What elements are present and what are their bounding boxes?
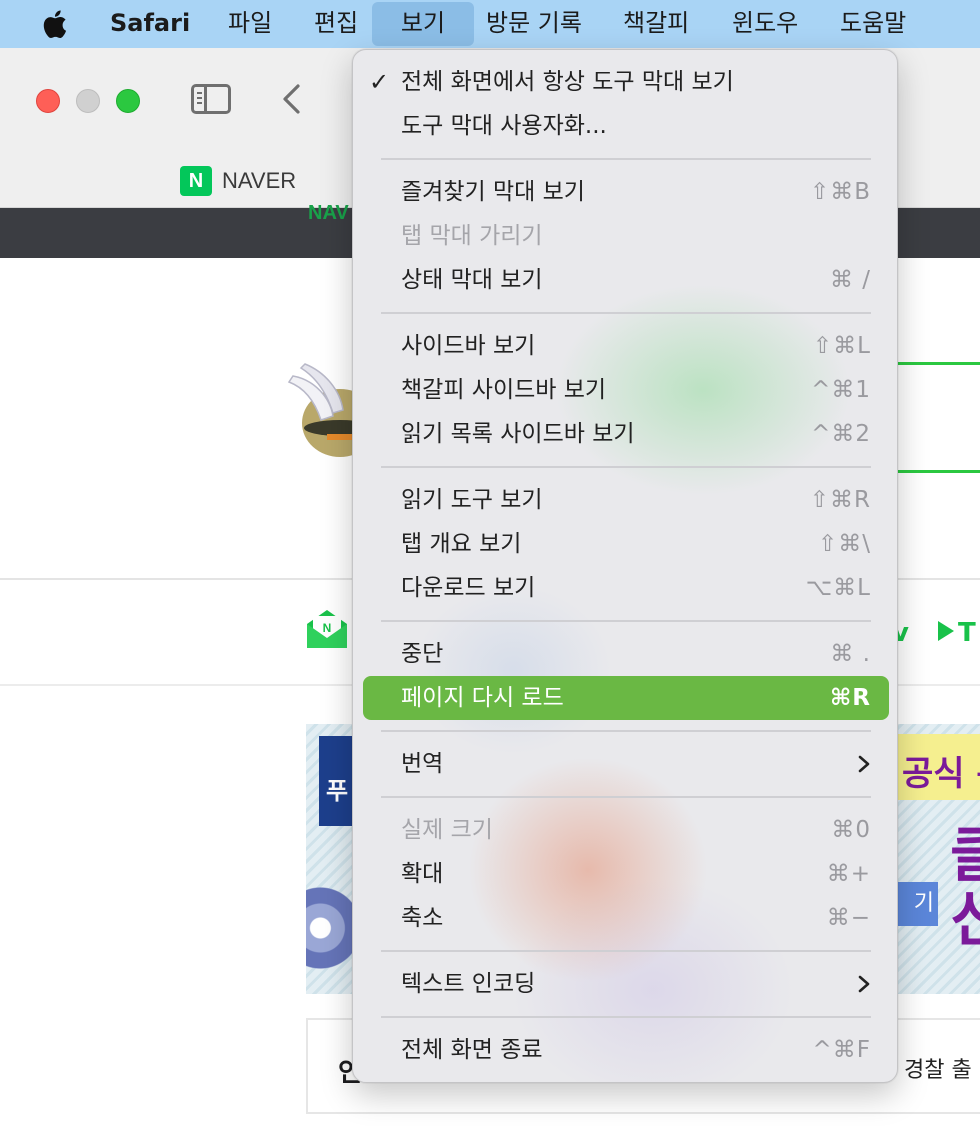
menu-view[interactable]: 보기 xyxy=(372,2,474,46)
submenu-chevron-icon xyxy=(858,755,870,773)
menu-item-always-show-toolbar-fullscreen[interactable]: ✓ 전체 화면에서 항상 도구 막대 보기 xyxy=(353,60,899,104)
banner-big-text: 클 신 xyxy=(950,821,980,955)
menu-item-label: 실제 크기 xyxy=(401,817,493,843)
back-chevron-icon[interactable] xyxy=(278,80,306,118)
menu-bookmarks[interactable]: 책갈피 xyxy=(623,0,689,48)
menu-item-show-favorites-bar[interactable]: 즐겨찾기 막대 보기 ⇧⌘B xyxy=(353,170,899,214)
menu-edit[interactable]: 편집 xyxy=(314,0,358,48)
naver-favicon-icon: N xyxy=(180,166,212,196)
menu-item-show-reading-list-sidebar[interactable]: 읽기 목록 사이드바 보기 ^⌘2 xyxy=(353,412,899,456)
mail-icon-letter: N xyxy=(323,621,332,635)
menu-item-translate[interactable]: 번역 xyxy=(353,742,899,786)
menu-help[interactable]: 도움말 xyxy=(840,0,906,48)
menu-item-exit-full-screen[interactable]: 전체 화면 종료 ^⌘F xyxy=(353,1028,899,1072)
tv-link-peek[interactable]: T xyxy=(938,618,976,648)
menu-item-label: 페이지 다시 로드 xyxy=(401,685,564,711)
menu-separator xyxy=(381,950,871,952)
menu-item-shortcut: ⌘ . xyxy=(830,641,871,667)
menu-item-shortcut: ⇧⌘\ xyxy=(817,531,871,557)
menu-separator xyxy=(381,158,871,160)
menu-item-label: 전체 화면 종료 xyxy=(401,1037,543,1063)
banner-headline: 공식 온 xyxy=(902,754,980,794)
close-window-button[interactable] xyxy=(36,89,60,113)
menu-file[interactable]: 파일 xyxy=(228,0,272,48)
menu-item-label: 번역 xyxy=(401,751,444,777)
banner-button[interactable]: 기 xyxy=(894,882,938,926)
page-logo-peek: NAV xyxy=(308,202,349,224)
menu-separator xyxy=(381,312,871,314)
menu-bar: Safari 파일 편집 보기 방문 기록 책갈피 윈도우 도움말 xyxy=(0,0,980,48)
sidebar-toggle-icon[interactable] xyxy=(191,84,231,114)
menu-item-stop[interactable]: 중단 ⌘ . xyxy=(353,632,899,676)
menu-item-label: 도구 막대 사용자화... xyxy=(401,113,607,139)
menu-separator xyxy=(381,796,871,798)
menu-separator xyxy=(381,620,871,622)
menu-item-show-bookmarks-sidebar[interactable]: 책갈피 사이드바 보기 ^⌘1 xyxy=(353,368,899,412)
menu-separator xyxy=(381,1016,871,1018)
menu-item-shortcut: ⇧⌘L xyxy=(812,333,871,359)
menu-item-show-reader[interactable]: 읽기 도구 보기 ⇧⌘R xyxy=(353,478,899,522)
menu-item-shortcut: ⌘ / xyxy=(829,267,871,293)
menu-item-label: 축소 xyxy=(401,905,444,931)
menu-item-reload-page[interactable]: 페이지 다시 로드 ⌘R xyxy=(363,676,889,720)
menu-item-shortcut: ^⌘1 xyxy=(811,377,871,403)
checkmark-icon: ✓ xyxy=(369,68,390,96)
favorite-naver-link[interactable]: NAVER xyxy=(222,168,296,194)
menu-item-show-downloads[interactable]: 다운로드 보기 ⌥⌘L xyxy=(353,566,899,610)
menu-item-shortcut: ^⌘F xyxy=(812,1037,871,1063)
submenu-chevron-icon xyxy=(858,975,870,993)
menu-separator xyxy=(381,466,871,468)
banner-flower-image xyxy=(306,884,354,994)
menu-item-zoom-out[interactable]: 축소 ⌘− xyxy=(353,896,899,940)
menu-item-shortcut: ⌘− xyxy=(826,905,871,931)
menu-item-customize-toolbar[interactable]: 도구 막대 사용자화... xyxy=(353,104,899,148)
menu-item-show-sidebar[interactable]: 사이드바 보기 ⇧⌘L xyxy=(353,324,899,368)
menu-item-label: 상태 막대 보기 xyxy=(401,267,543,293)
menu-item-label: 다운로드 보기 xyxy=(401,575,536,601)
menu-item-shortcut: ^⌘2 xyxy=(811,421,871,447)
minimize-window-button[interactable] xyxy=(76,89,100,113)
menu-item-actual-size: 실제 크기 ⌘0 xyxy=(353,808,899,852)
search-box-border xyxy=(895,362,980,365)
menu-item-label: 텍스트 인코딩 xyxy=(401,971,536,997)
menu-item-hide-tab-bar: 탭 막대 가리기 xyxy=(353,214,899,258)
view-menu-dropdown: ✓ 전체 화면에서 항상 도구 막대 보기 도구 막대 사용자화... 즐겨찾기… xyxy=(352,49,898,1083)
menu-item-text-encoding[interactable]: 텍스트 인코딩 xyxy=(353,962,899,1006)
apple-icon[interactable] xyxy=(38,8,68,40)
menu-item-show-status-bar[interactable]: 상태 막대 보기 ⌘ / xyxy=(353,258,899,302)
menu-item-shortcut: ⌘R xyxy=(829,685,871,711)
news-headline[interactable]: 경찰 출 xyxy=(904,1052,972,1084)
play-icon xyxy=(938,621,954,641)
menu-item-shortcut: ⌥⌘L xyxy=(805,575,871,601)
menu-item-label: 즐겨찾기 막대 보기 xyxy=(401,179,585,205)
menu-item-label: 전체 화면에서 항상 도구 막대 보기 xyxy=(401,69,734,95)
menu-item-shortcut: ⇧⌘B xyxy=(809,179,871,205)
banner-headline-box: 공식 온 xyxy=(896,734,980,800)
menu-item-label: 탭 막대 가리기 xyxy=(401,223,543,249)
search-box-border xyxy=(895,470,980,473)
menu-history[interactable]: 방문 기록 xyxy=(486,0,582,48)
menu-window[interactable]: 윈도우 xyxy=(732,0,798,48)
menu-item-shortcut: ⇧⌘R xyxy=(809,487,871,513)
menu-item-label: 읽기 도구 보기 xyxy=(401,487,543,513)
menu-item-label: 읽기 목록 사이드바 보기 xyxy=(401,421,635,447)
zoom-window-button[interactable] xyxy=(116,89,140,113)
menu-item-label: 확대 xyxy=(401,861,444,887)
mail-icon[interactable]: N xyxy=(305,608,349,650)
menu-separator xyxy=(381,730,871,732)
menu-item-shortcut: ⌘0 xyxy=(831,817,871,843)
menu-app-safari[interactable]: Safari xyxy=(110,0,190,48)
menu-item-label: 사이드바 보기 xyxy=(401,333,536,359)
menu-item-zoom-in[interactable]: 확대 ⌘+ xyxy=(353,852,899,896)
menu-item-label: 중단 xyxy=(401,641,444,667)
menu-item-label: 탭 개요 보기 xyxy=(401,531,522,557)
menu-item-label: 책갈피 사이드바 보기 xyxy=(401,377,607,403)
menu-item-shortcut: ⌘+ xyxy=(826,861,871,887)
tv-peek-text: T xyxy=(958,618,976,648)
menu-item-show-tab-overview[interactable]: 탭 개요 보기 ⇧⌘\ xyxy=(353,522,899,566)
banner-tab: 푸 xyxy=(319,736,355,826)
